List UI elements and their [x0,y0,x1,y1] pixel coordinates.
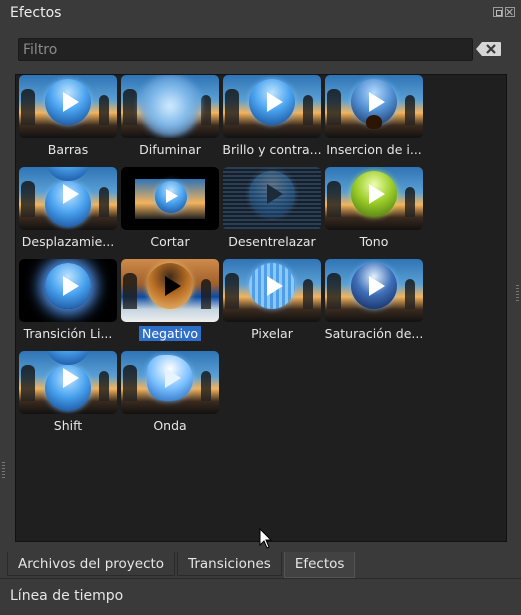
effect-item-barras[interactable]: Barras [16,75,118,163]
effect-label: Shift [53,418,83,433]
tab-efectos[interactable]: Efectos [283,552,356,578]
effect-label: Cortar [150,234,190,249]
effect-item-pixelar[interactable]: Pixelar [220,259,322,347]
effect-item-brillo[interactable]: Brillo y contra... [220,75,322,163]
effect-item-tono[interactable]: Tono [322,167,424,255]
effect-item-negativo[interactable]: Negativo [118,259,220,347]
effect-item-shift[interactable]: Shift [16,351,118,439]
effect-item-desplazamiento[interactable]: Desplazamie... [16,167,118,255]
effect-label: Desplazamie... [21,234,115,249]
effect-label: Negativo [118,326,222,341]
effect-thumbnail [19,351,117,414]
effect-thumbnail [325,75,423,138]
effect-label: Tono [359,234,389,249]
float-dock-icon[interactable] [493,7,503,17]
effect-label: Insercion de i... [326,142,422,157]
effect-thumbnail [19,167,117,230]
effect-thumbnail [121,351,219,414]
effect-thumbnail [121,75,219,138]
effect-thumbnail [223,167,321,230]
effect-label: Pixelar [251,326,293,341]
effect-thumbnail [19,75,117,138]
effect-thumbnail [223,259,321,322]
effect-thumbnail [121,259,219,322]
effect-item-onda[interactable]: Onda [118,351,220,439]
filter-input[interactable] [18,38,473,61]
effect-thumbnail [19,259,117,322]
effect-thumbnail [223,75,321,138]
effect-thumbnail [325,259,423,322]
effect-item-transicion[interactable]: Transición Li... [16,259,118,347]
tab-bar: Archivos del proyecto Transiciones Efect… [7,552,357,578]
resize-grip-left[interactable] [2,462,5,478]
effect-item-desentrelazar[interactable]: Desentrelazar [220,167,322,255]
tab-transiciones[interactable]: Transiciones [177,552,282,576]
resize-grip-right[interactable] [516,285,519,301]
effect-label: Barras [47,142,89,157]
dock-header: Efectos [0,0,521,26]
effect-item-difuminar[interactable]: Difuminar [118,75,220,163]
effect-item-saturacion[interactable]: Saturación de... [322,259,424,347]
dock-buttons [493,7,515,17]
tab-archivos-del-proyecto[interactable]: Archivos del proyecto [7,552,176,576]
dock-title: Efectos [10,5,62,21]
effect-label: Onda [153,418,187,433]
effect-label: Desentrelazar [228,234,316,249]
effect-label: Difuminar [139,142,201,157]
effect-label: Saturación de... [324,326,424,341]
effect-thumbnail [121,167,219,230]
effects-panel: Barras Difuminar Brillo y contra... Inse… [15,74,507,542]
effect-thumbnail [325,167,423,230]
effect-item-insercion[interactable]: Insercion de i... [322,75,424,163]
clear-filter-icon[interactable] [476,41,502,57]
effect-label: Brillo y contra... [222,142,322,157]
timeline-dock-title[interactable]: Línea de tiempo [10,588,123,604]
effect-label: Transición Li... [23,326,113,341]
effect-item-cortar[interactable]: Cortar [118,167,220,255]
close-dock-icon[interactable] [505,7,515,17]
tab-bar-divider [0,578,521,579]
